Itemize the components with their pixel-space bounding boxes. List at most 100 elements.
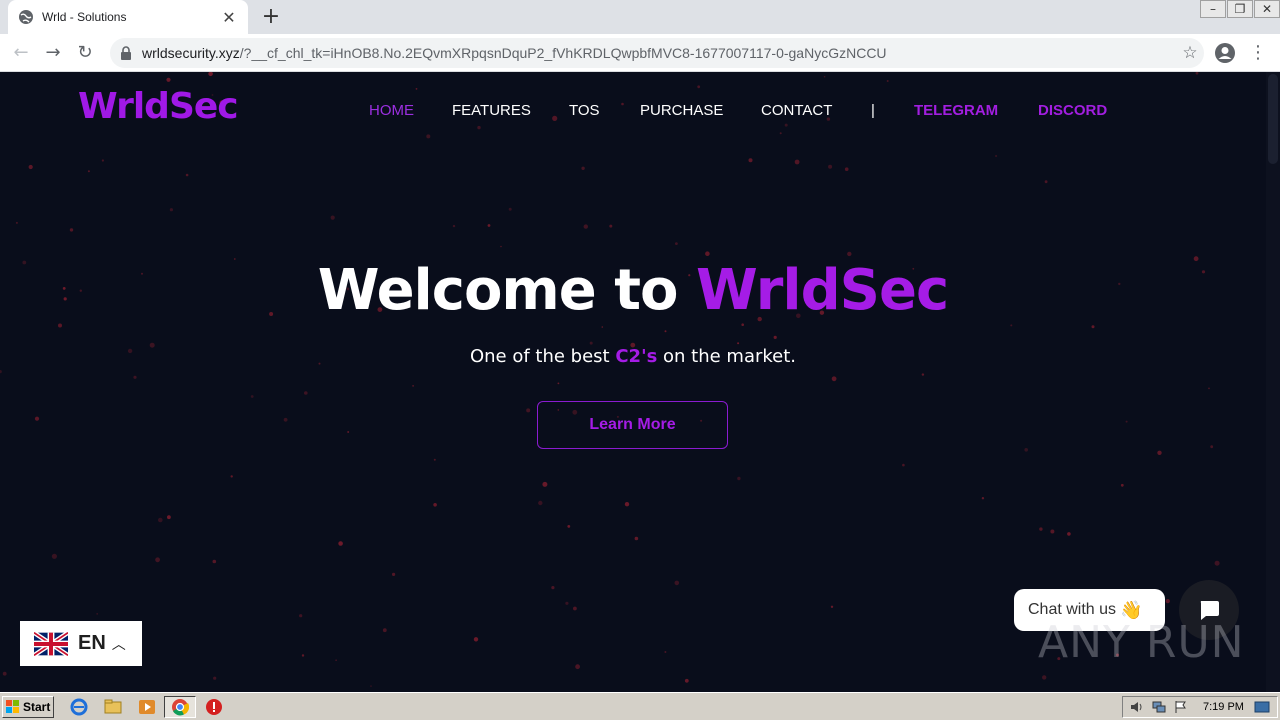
media-player-icon[interactable] [138, 698, 156, 716]
browser-tab[interactable]: Wrld - Solutions ✕ [8, 0, 248, 34]
particle [601, 326, 604, 328]
window-close-icon[interactable]: ✕ [1254, 0, 1280, 18]
page-scrollbar[interactable] [1266, 72, 1280, 692]
nav-contact[interactable]: CONTACT [761, 102, 832, 119]
show-desktop-icon[interactable] [1254, 700, 1270, 714]
stop-icon[interactable] [205, 698, 223, 716]
particle [1125, 420, 1128, 423]
particle [794, 159, 800, 165]
particle [473, 637, 479, 642]
particle [621, 102, 624, 106]
browser-menu-icon[interactable]: ⋮ [1248, 40, 1268, 66]
minimize-icon[interactable]: – [1200, 0, 1226, 18]
particle [158, 517, 163, 523]
particle [299, 614, 303, 618]
tab-close-icon[interactable]: ✕ [220, 8, 238, 27]
particle [589, 341, 593, 345]
particle [609, 224, 613, 228]
particle [828, 164, 833, 169]
globe-icon [19, 10, 33, 24]
nav-telegram[interactable]: TELEGRAM [914, 102, 998, 119]
particle [664, 651, 667, 653]
particle [575, 664, 580, 670]
particle [370, 685, 372, 687]
particle [538, 500, 543, 506]
particle [1214, 560, 1220, 566]
chrome-taskbar-button[interactable] [164, 696, 196, 718]
internet-explorer-icon[interactable] [70, 698, 88, 716]
address-bar[interactable]: wrldsecurity.xyz/?__cf_chl_tk=iHnOB8.No.… [110, 38, 1204, 68]
start-button[interactable]: Start [2, 696, 54, 718]
particle [1091, 325, 1095, 329]
particle [167, 515, 171, 520]
particle [1195, 72, 1199, 75]
nav-purchase[interactable]: PURCHASE [640, 102, 723, 119]
particle [392, 572, 396, 576]
volume-icon[interactable] [1129, 700, 1145, 714]
particle [1050, 529, 1055, 534]
particle [675, 242, 678, 246]
particle [634, 536, 639, 541]
file-explorer-icon[interactable] [104, 698, 122, 716]
nav-features[interactable]: FEATURES [452, 102, 531, 119]
hero-subtitle: One of the best C2's on the market. [0, 346, 1266, 367]
windows-taskbar: Start 7:19 PM [0, 692, 1280, 720]
particle [784, 123, 788, 127]
particle [573, 606, 577, 611]
windows-logo-icon [6, 700, 19, 713]
start-label: Start [23, 700, 51, 714]
particle [684, 678, 689, 683]
particle [565, 601, 569, 605]
language-code: EN [78, 632, 106, 654]
particle [2, 671, 7, 676]
browser-tab-bar: Wrld - Solutions ✕ + – ❐ ✕ [0, 0, 1280, 34]
learn-more-button[interactable]: Learn More [537, 401, 728, 449]
restore-icon[interactable]: ❐ [1227, 0, 1253, 18]
particle [741, 323, 744, 326]
nav-separator: | [871, 102, 875, 119]
particle [581, 166, 585, 170]
particle [748, 158, 753, 163]
particle [705, 251, 710, 256]
particle [213, 676, 217, 680]
particle [1208, 387, 1210, 390]
nav-discord[interactable]: DISCORD [1038, 102, 1107, 119]
particle [250, 395, 254, 398]
profile-avatar-icon[interactable] [1214, 42, 1236, 64]
hero-title: Welcome to WrldSec [0, 258, 1266, 323]
particle [526, 408, 531, 413]
particle [0, 370, 2, 374]
particle [664, 330, 667, 333]
particle [674, 580, 680, 586]
language-switcher[interactable]: EN ︿ [20, 621, 142, 666]
network-icon[interactable] [1151, 700, 1167, 714]
particle [830, 605, 834, 608]
forward-arrow-icon[interactable]: → [40, 40, 66, 66]
site-logo[interactable]: WrldSec [78, 86, 239, 127]
nav-home[interactable]: HOME [369, 102, 414, 119]
new-tab-icon[interactable]: + [258, 4, 284, 30]
bookmark-star-icon[interactable]: ☆ [1176, 43, 1204, 63]
particle [15, 221, 18, 224]
action-center-flag-icon[interactable] [1173, 700, 1189, 714]
reload-icon[interactable]: ↻ [72, 40, 98, 66]
particle [921, 373, 925, 376]
particle [551, 586, 555, 590]
particle [382, 628, 387, 633]
particle [844, 167, 849, 171]
nav-tos[interactable]: TOS [569, 102, 600, 119]
particle [995, 154, 998, 158]
particle [500, 245, 502, 248]
chevron-up-icon: ︿ [111, 636, 126, 653]
hero-sub-suffix: on the market. [657, 346, 797, 367]
particle [169, 208, 173, 212]
uk-flag-icon [34, 631, 68, 656]
particle [433, 503, 437, 507]
scrollbar-thumb[interactable] [1268, 74, 1278, 164]
particle [737, 342, 740, 345]
particle [58, 323, 62, 328]
particle [567, 525, 571, 528]
particle [773, 335, 777, 339]
particle [886, 80, 889, 82]
back-arrow-icon[interactable]: ← [8, 40, 34, 66]
